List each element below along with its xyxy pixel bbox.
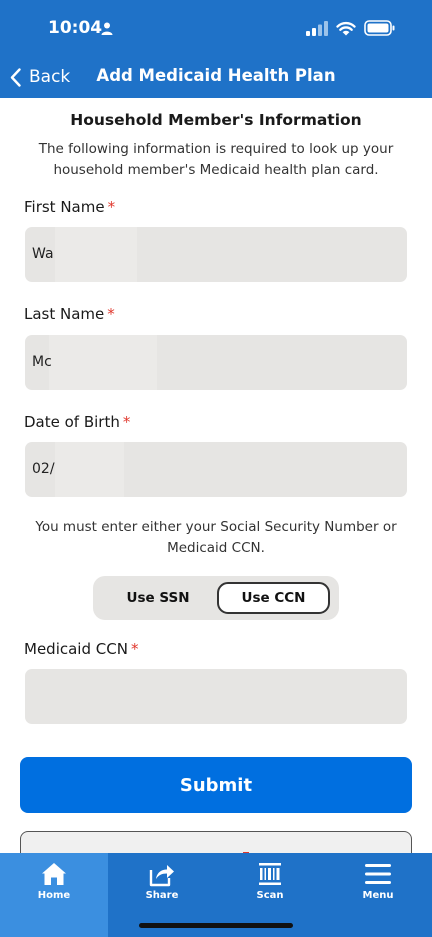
cellular-signal-icon [306,21,328,36]
ccn-label: Medicaid CCN * [24,640,138,658]
home-indicator[interactable] [139,923,293,928]
barcode-icon [259,863,281,885]
use-ssn-option[interactable]: Use SSN [99,582,217,614]
tab-home-label: Home [37,890,71,901]
menu-icon [365,864,391,884]
dob-label-text: Date of Birth [24,413,120,431]
dob-value: 02/ [32,461,55,477]
first-name-label: First Name * [24,198,115,216]
home-icon [42,863,66,885]
wifi-icon [336,21,356,36]
dob-field[interactable]: 02/ [25,442,407,497]
use-ccn-option[interactable]: Use CCN [217,582,330,614]
section-title: Household Member's Information [70,111,362,129]
last-name-label: Last Name * [24,305,115,323]
last-name-value: Mc [32,354,52,370]
first-name-field[interactable]: Wa [25,227,407,282]
submit-button[interactable]: Submit [20,757,412,813]
share-icon [149,865,174,887]
tab-menu-label: Menu [362,890,394,901]
last-name-field[interactable]: Mc [25,335,407,390]
page-title-text: Add Medicaid Health Plan [96,66,336,85]
tab-scan-label: Scan [256,890,284,901]
redacted-area [55,227,137,282]
redacted-area [49,335,157,390]
tab-home[interactable]: Home [0,853,108,937]
battery-icon [364,20,395,36]
ssn-ccn-notice: You must enter either your Social Securi… [35,519,397,556]
ccn-label-text: Medicaid CCN [24,640,128,658]
first-name-label-text: First Name [24,198,105,216]
required-marker: * [107,198,116,216]
dob-label: Date of Birth * [24,413,130,431]
tab-menu[interactable]: Menu [324,853,432,937]
required-marker: * [130,640,139,658]
person-icon [101,22,113,35]
first-name-value: Wa [32,246,54,262]
id-type-toggle: Use SSN Use CCN [93,576,339,620]
tab-share-label: Share [145,890,179,901]
status-time: 10:04 [48,18,103,38]
redacted-area [55,442,124,497]
required-marker: * [122,413,131,431]
app-header: 10:04 Back Add Medicaid Health Plan [0,0,432,98]
page-title: Add Medicaid Health Plan [0,66,432,85]
intro-text: The following information is required to… [38,141,394,178]
last-name-label-text: Last Name [24,305,105,323]
ccn-field[interactable] [25,669,407,724]
required-marker: * [107,305,115,323]
status-bar: 10:04 [0,0,432,56]
